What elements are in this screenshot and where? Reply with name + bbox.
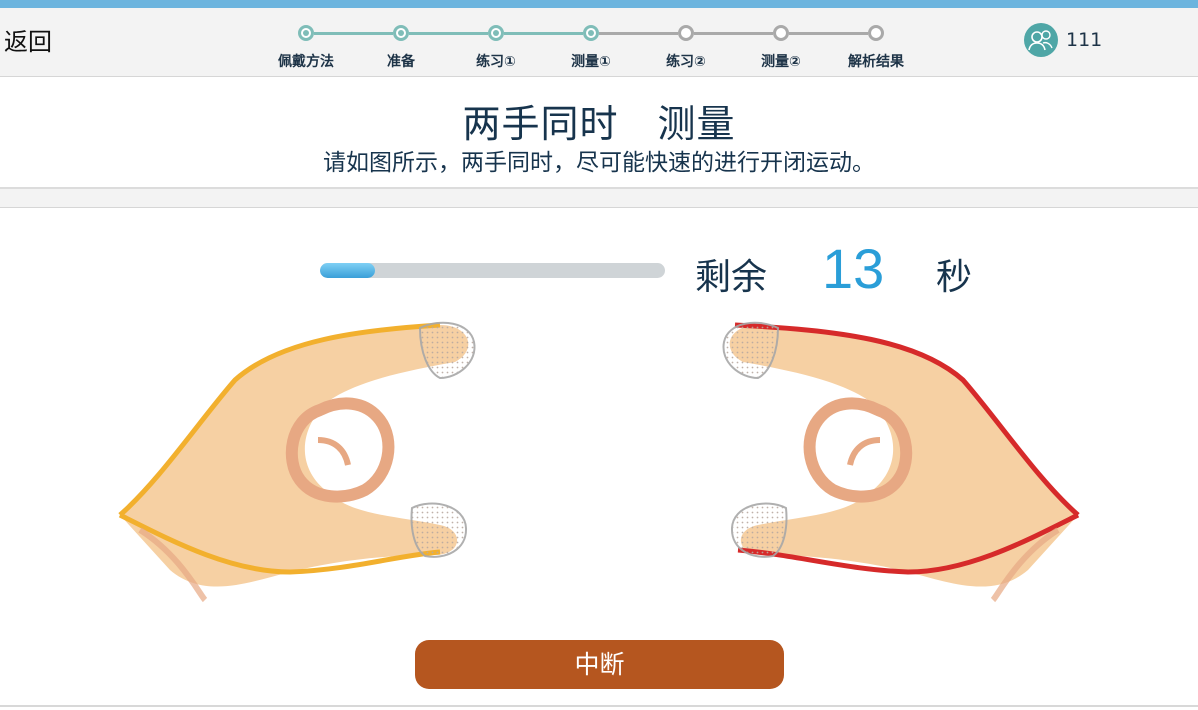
right-hand-tapping-icon	[722, 321, 1080, 603]
instruction-panel: 两手同时 测量 请如图所示，两手同时，尽可能快速的进行开闭运动。	[0, 77, 1198, 189]
step-label-3: 练习①	[476, 54, 516, 70]
step-connector	[599, 32, 678, 35]
header-bar: 返回 佩戴方法 准备 练习① 测量① 练习② 测量② 解析结果 111	[0, 8, 1198, 77]
left-top-finger-cap-icon	[418, 321, 476, 380]
top-accent-bar	[0, 0, 1198, 8]
user-avatar-icon	[1024, 23, 1058, 57]
left-hand-tapping-icon	[118, 321, 476, 603]
step-label-6: 测量②	[761, 54, 801, 70]
timer-progress-fill	[320, 263, 376, 278]
seconds-unit: 秒	[936, 257, 973, 298]
right-top-finger-cap-icon	[722, 321, 780, 380]
step-indicator-4	[583, 25, 599, 41]
step-indicator-6	[773, 25, 789, 41]
step-label-1: 佩戴方法	[278, 54, 334, 70]
step-label-2: 准备	[387, 54, 415, 70]
page-title: 两手同时 测量	[462, 102, 736, 146]
right-bottom-finger-cap-icon	[730, 502, 788, 558]
step-progress: 佩戴方法 准备 练习① 测量① 练习② 测量② 解析结果	[0, 8, 1198, 76]
hands-illustration	[118, 321, 1080, 603]
step-indicator-7	[868, 25, 884, 41]
timer-progress-bar	[320, 263, 665, 278]
step-label-5: 练习②	[666, 54, 706, 70]
user-count: 111	[1066, 29, 1103, 51]
section-divider	[0, 189, 1198, 208]
step-connector	[409, 32, 488, 35]
stop-button[interactable]: 中断	[415, 640, 784, 689]
step-indicator-3	[488, 25, 504, 41]
step-connector	[504, 32, 583, 35]
step-indicator-5	[678, 25, 694, 41]
remaining-seconds: 13	[822, 237, 885, 300]
step-connector	[789, 32, 868, 35]
step-indicator-2	[393, 25, 409, 41]
step-label-4: 测量①	[571, 54, 611, 70]
step-indicator-1	[298, 25, 314, 41]
step-connector	[314, 32, 393, 35]
page-subtitle: 请如图所示，两手同时，尽可能快速的进行开闭运动。	[323, 150, 875, 176]
step-connector	[694, 32, 773, 35]
step-label-7: 解析结果	[848, 54, 904, 70]
left-bottom-finger-cap-icon	[410, 502, 468, 558]
bottom-divider	[0, 705, 1198, 707]
user-info[interactable]: 111	[1024, 22, 1102, 58]
remaining-label: 剩余	[695, 257, 768, 298]
